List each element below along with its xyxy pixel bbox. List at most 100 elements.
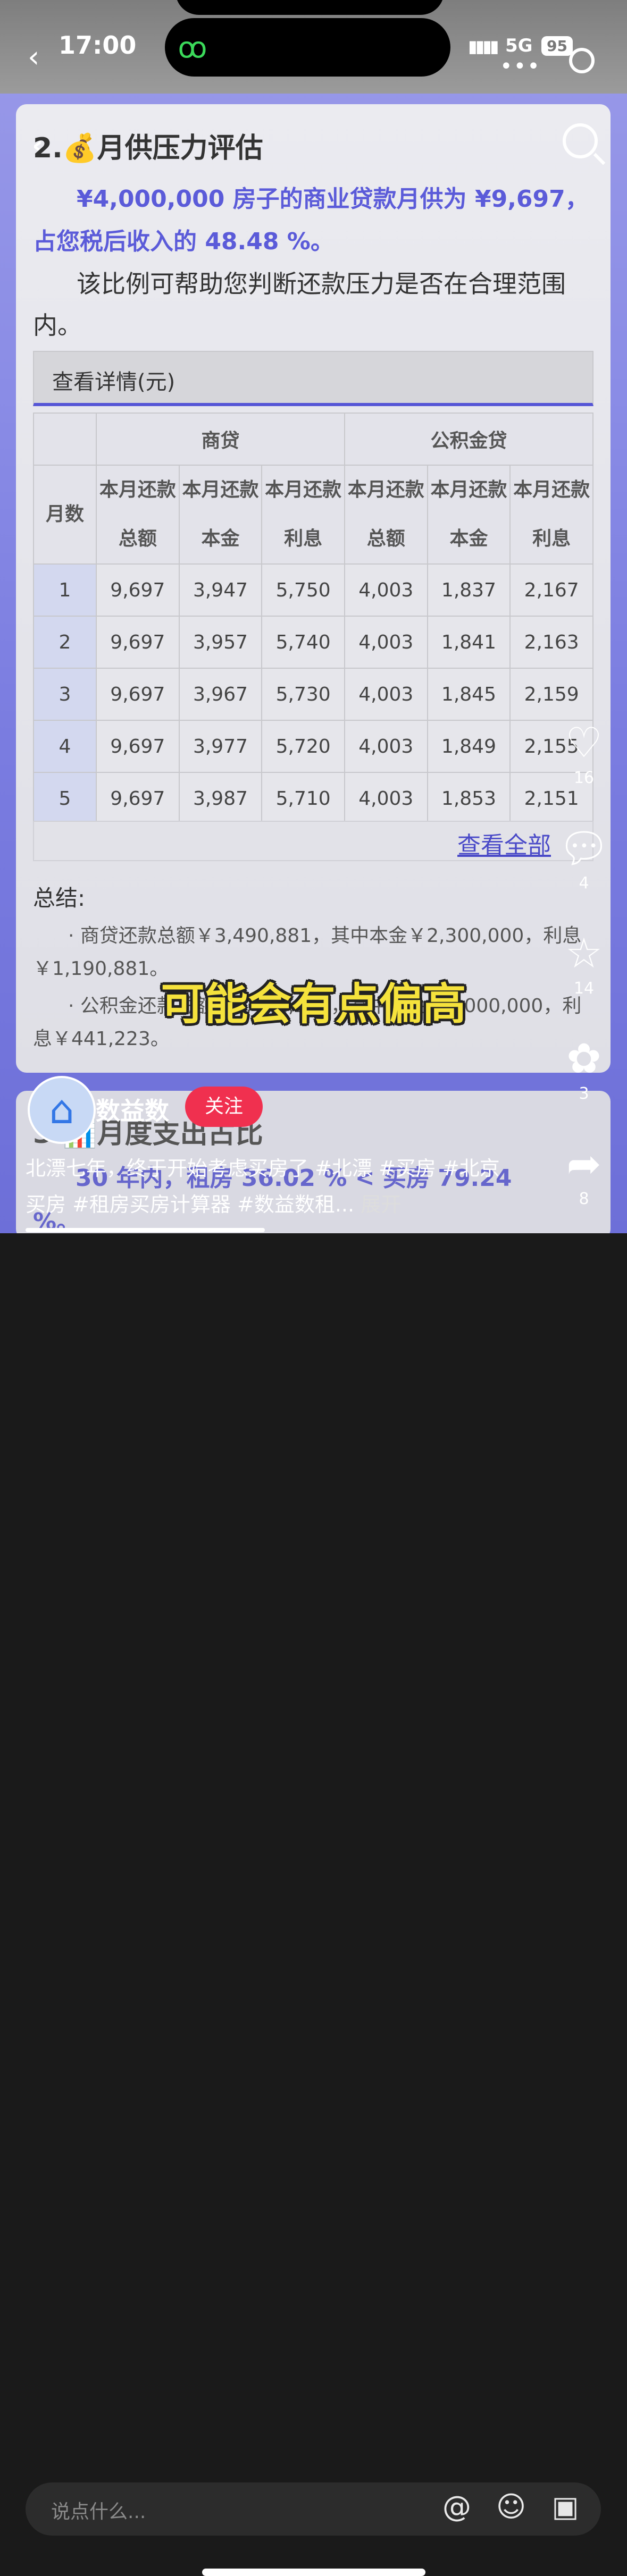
repayment-table: 商贷 公积金贷 月数 本月还款总额 本月还款本金 本月还款利息 本月还款总额 本…	[33, 413, 594, 825]
home-indicator	[202, 2569, 425, 2576]
record-icon[interactable]	[569, 48, 595, 73]
comment-action[interactable]: 💬︎ 4	[557, 823, 611, 893]
gift-action[interactable]: ✿ 3	[557, 1033, 611, 1103]
group-commercial: 商贷	[96, 413, 345, 466]
month-cell: 4	[33, 720, 97, 773]
share-action[interactable]: ➦ 8	[557, 1139, 611, 1208]
details-header: 查看详情(元)	[33, 351, 593, 406]
table-cell: 5,750	[261, 563, 345, 617]
table-cell: 4,003	[344, 563, 428, 617]
mention-icon[interactable]: @	[438, 2490, 475, 2523]
month-cell: 3	[33, 668, 97, 721]
share-count: 8	[579, 1190, 589, 1208]
table-cell: 5,730	[261, 668, 345, 721]
dynamic-island-top	[175, 0, 444, 15]
col-header: 本月还款本金	[427, 465, 511, 565]
search-icon[interactable]	[563, 123, 598, 158]
author-avatar[interactable]: ⌂	[28, 1076, 96, 1144]
follow-button[interactable]: 关注	[185, 1087, 263, 1127]
table-row: 4 9,697 3,977 5,720 4,003 1,849 2,155	[33, 720, 593, 773]
status-bar: ꝏ ‹ 17:00 ▮▮▮▮ 5G 95 •••	[0, 0, 627, 94]
favorite-count: 14	[573, 979, 595, 998]
more-dots-icon[interactable]: •••	[500, 54, 541, 79]
table-cell: 4,003	[344, 720, 428, 773]
comment-count: 4	[579, 874, 589, 893]
table-row: 5 9,697 3,987 5,710 4,003 1,853 2,151	[33, 772, 593, 825]
table-row: 2 9,697 3,957 5,740 4,003 1,841 2,163	[33, 616, 593, 669]
table-cell: 4,003	[344, 668, 428, 721]
table-cell: 9,697	[96, 668, 180, 721]
signal-icon: ▮▮▮▮	[468, 36, 499, 56]
details-label: 查看详情(元)	[52, 370, 175, 394]
table-cell: 3,987	[178, 772, 263, 825]
table-cell: 3,967	[178, 668, 263, 721]
network-label: 5G	[505, 35, 533, 56]
video-frame[interactable]: ꝏ ‹ 17:00 ▮▮▮▮ 5G 95 ••• ‹ 2.💰月供压力评估 ¥4,…	[0, 0, 627, 1233]
table-cell: 3,977	[178, 720, 263, 773]
table-cell: 2,167	[509, 563, 593, 617]
like-count: 16	[573, 769, 595, 787]
table-cell: 3,947	[178, 563, 263, 617]
post-caption[interactable]: 北漂七年，终于开始考虑买房了 #北漂 #买房 #北京买房 #租房买房计算器 #数…	[26, 1150, 504, 1223]
battery-badge: 95	[541, 36, 573, 56]
month-cell: 2	[33, 616, 97, 669]
payment-highlight: ¥4,000,000 房子的商业贷款月供为 ¥9,697，占您税后收入的 48.…	[33, 186, 589, 255]
table-cell: 9,697	[96, 563, 180, 617]
table-cell: 9,697	[96, 616, 180, 669]
table-cell: 5,740	[261, 616, 345, 669]
star-icon[interactable]: ☆	[557, 928, 611, 979]
table-sub-header: 月数 本月还款总额 本月还款本金 本月还款利息 本月还款总额 本月还款本金 本月…	[33, 465, 593, 565]
heart-icon[interactable]: ♡	[557, 718, 611, 769]
table-cell: 5,720	[261, 720, 345, 773]
table-cell: 4,003	[344, 772, 428, 825]
table-cell: 9,697	[96, 720, 180, 773]
col-header: 本月还款总额	[344, 465, 428, 565]
comment-input[interactable]: 说点什么... @ ☺ ▣	[26, 2482, 601, 2536]
caption-text: 北漂七年，终于开始考虑买房了 #北漂 #买房 #北京买房 #租房买房计算器 #数…	[26, 1157, 500, 1216]
comment-bubble-icon[interactable]: 💬︎	[557, 823, 611, 874]
expand-link[interactable]: 展开	[361, 1193, 401, 1216]
table-cell: 1,841	[427, 616, 511, 669]
comment-placeholder: 说点什么...	[51, 2501, 146, 2523]
like-action[interactable]: ♡ 16	[557, 718, 611, 787]
explanation-paragraph: 该比例可帮助您判断还款压力是否在合理范围内。	[33, 270, 566, 340]
table-cell: 5,710	[261, 772, 345, 825]
table-cell: 1,853	[427, 772, 511, 825]
status-time: 17:00	[58, 31, 137, 60]
month-cell: 1	[33, 563, 97, 617]
emoji-icon[interactable]: ☺	[492, 2490, 530, 2523]
link-app-icon: ꝏ	[178, 31, 207, 64]
table-group-header: 商贷 公积金贷	[33, 413, 594, 466]
col-header: 本月还款利息	[261, 465, 345, 565]
bottom-bar: 说点什么... @ ☺ ▣	[0, 1233, 627, 2576]
favorite-action[interactable]: ☆ 14	[557, 928, 611, 998]
table-cell: 1,849	[427, 720, 511, 773]
col-header: 本月还款本金	[178, 465, 263, 565]
table-cell: 3,957	[178, 616, 263, 669]
col-header: 本月还款利息	[509, 465, 593, 565]
share-arrow-icon[interactable]: ➦	[557, 1139, 611, 1190]
month-header: 月数	[33, 465, 97, 565]
house-logo-icon: ⌂	[49, 1087, 74, 1133]
video-subtitle: 可能会有点偏高	[161, 979, 466, 1030]
view-all-link[interactable]: 查看全部	[457, 826, 551, 860]
summary-title: 总结:	[33, 885, 86, 911]
month-cell: 5	[33, 772, 97, 825]
table-row: 3 9,697 3,967 5,730 4,003 1,845 2,159	[33, 668, 593, 721]
gift-icon[interactable]: ✿	[557, 1033, 611, 1084]
author-name[interactable]: 数益数	[96, 1092, 169, 1127]
section-title: 2.💰月供压力评估	[33, 132, 263, 164]
back-icon[interactable]: ‹	[28, 43, 39, 72]
col-header: 本月还款总额	[96, 465, 180, 565]
gift-count: 3	[579, 1084, 589, 1103]
table-cell: 9,697	[96, 772, 180, 825]
table-cell: 1,845	[427, 668, 511, 721]
corner-cell	[33, 413, 97, 466]
image-icon[interactable]: ▣	[547, 2490, 584, 2523]
group-provident: 公积金贷	[344, 413, 594, 466]
table-cell: 1,837	[427, 563, 511, 617]
table-cell: 2,159	[509, 668, 593, 721]
table-cell: 4,003	[344, 616, 428, 669]
table-row: 1 9,697 3,947 5,750 4,003 1,837 2,167	[33, 563, 593, 617]
video-progress[interactable]	[26, 1228, 265, 1232]
